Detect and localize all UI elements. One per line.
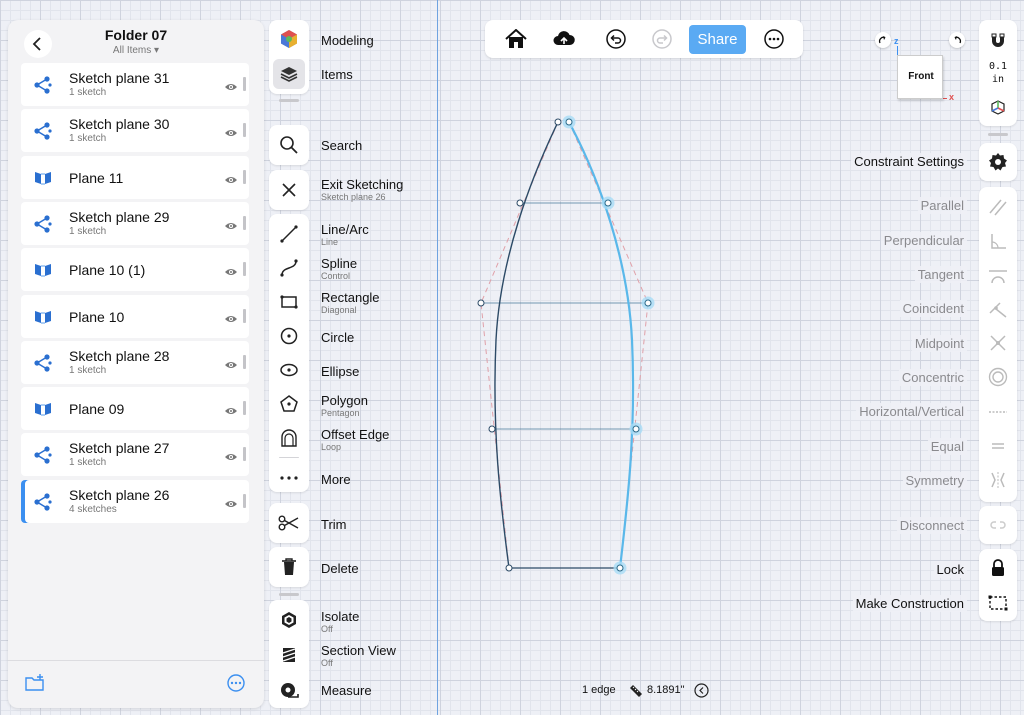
construction-line-left (480, 121, 559, 569)
concentric-icon (988, 367, 1008, 387)
coincident-icon (989, 302, 1007, 318)
rotate-view-cw-button[interactable] (875, 32, 891, 48)
cloud-upload-icon (553, 31, 575, 45)
right-spline-edge-selected (568, 121, 635, 569)
constraint-settings-button[interactable] (983, 147, 1013, 177)
lock-icon (992, 559, 1004, 576)
horizontal-icon (989, 411, 1007, 413)
undo-button[interactable] (602, 25, 630, 53)
midpoint-constraint-button[interactable] (983, 328, 1013, 358)
export-button[interactable] (550, 25, 578, 53)
disconnect-button[interactable] (983, 510, 1013, 540)
rotate-cw-icon (878, 36, 886, 44)
selected-point (565, 118, 573, 126)
home-button[interactable] (502, 25, 530, 53)
view-cube-face-label: Front (908, 71, 934, 82)
construction-line-right (568, 121, 649, 569)
share-button[interactable]: Share (689, 25, 746, 54)
concentric-label: Concentric (898, 369, 967, 386)
axes-cube-icon (991, 100, 1005, 115)
tangent-icon (989, 270, 1007, 284)
tangent-constraint-button[interactable] (983, 260, 1013, 290)
view-cube[interactable]: Front (897, 55, 943, 99)
ruler-icon (629, 684, 643, 698)
parallel-constraint-button[interactable] (983, 192, 1013, 222)
redo-button[interactable] (648, 25, 676, 53)
perpendicular-icon (991, 234, 1006, 249)
selected-control-points (562, 115, 655, 575)
home-icon (505, 29, 527, 48)
make-construction-label: Make Construction (852, 595, 967, 612)
grid-size-value[interactable]: 0.1 (979, 61, 1017, 72)
selection-status: 1 edge (582, 684, 616, 696)
parallel-icon (989, 199, 1007, 216)
control-point (505, 564, 513, 572)
magnet-icon (991, 33, 1005, 47)
tangent-label: Tangent (914, 266, 967, 283)
undo-icon (606, 29, 626, 49)
control-points (477, 118, 562, 572)
rotate-ccw-icon (954, 36, 962, 44)
redo-icon (652, 29, 672, 49)
lock-button[interactable] (983, 553, 1013, 583)
selected-point (604, 199, 612, 207)
symmetry-label: Symmetry (902, 472, 967, 489)
broken-link-icon (990, 521, 1006, 529)
selected-point (616, 564, 624, 572)
make-construction-button[interactable] (983, 588, 1013, 618)
control-point (516, 199, 524, 207)
perpendicular-label: Perpendicular (880, 232, 967, 249)
concentric-constraint-button[interactable] (983, 362, 1013, 392)
axis-x-label: x (949, 92, 955, 102)
snap-magnet-button[interactable] (983, 26, 1013, 56)
top-toolbar: Share (485, 20, 803, 58)
disconnect-label: Disconnect (896, 517, 967, 534)
equal-constraint-button[interactable] (983, 431, 1013, 461)
construction-rect-icon (988, 595, 1008, 611)
right-divider-handle (988, 133, 1008, 136)
parallel-label: Parallel (917, 197, 967, 214)
control-point (554, 118, 562, 126)
coincident-label: Coincident (899, 300, 967, 317)
symmetry-constraint-button[interactable] (983, 465, 1013, 495)
midpoint-label: Midpoint (911, 335, 967, 352)
axis-z-label: z (894, 36, 899, 46)
selected-point (632, 425, 640, 433)
perpendicular-constraint-button[interactable] (983, 226, 1013, 256)
coordinate-system-button[interactable] (983, 93, 1013, 123)
equal-label: Equal (927, 438, 967, 455)
symmetry-icon (991, 472, 1005, 488)
horizontal-vertical-constraint-button[interactable] (983, 397, 1013, 427)
grid-units[interactable]: in (979, 74, 1017, 85)
ellipsis-circle-icon (764, 29, 784, 49)
lock-label: Lock (933, 561, 967, 578)
toolbar-more-button[interactable] (760, 25, 788, 53)
rotate-view-ccw-button[interactable] (949, 32, 965, 48)
control-point (488, 425, 496, 433)
chevron-left-circle-icon (694, 683, 709, 698)
gear-icon (989, 153, 1007, 171)
selected-point (644, 299, 652, 307)
equal-icon (992, 443, 1004, 449)
midpoint-icon (990, 335, 1006, 351)
constraint-settings-label: Constraint Settings (851, 153, 967, 170)
horizontal-vertical-label: Horizontal/Vertical (856, 403, 967, 420)
collapse-status-button[interactable] (694, 683, 709, 698)
coincident-constraint-button[interactable] (983, 294, 1013, 324)
left-spline-edge (494, 121, 559, 569)
measure-value: 8.1891" (647, 684, 685, 696)
control-point (477, 299, 485, 307)
